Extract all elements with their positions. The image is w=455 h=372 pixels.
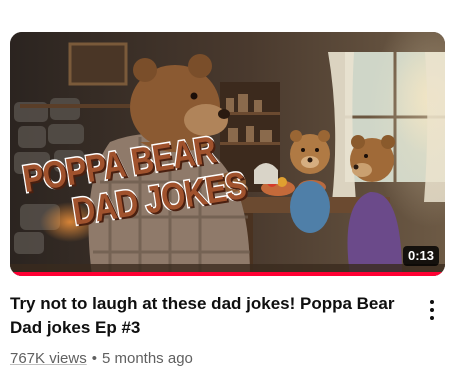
more-vert-icon[interactable] [420, 294, 444, 326]
video-thumbnail[interactable]: POPPA BEAR DAD JOKES 0:13 [10, 32, 445, 276]
video-metadata: 767K views • 5 months ago [10, 349, 193, 369]
video-title[interactable]: Try not to laugh at these dad jokes! Pop… [10, 292, 405, 340]
view-count: 767K views [10, 350, 87, 367]
publish-date: 5 months ago [101, 350, 193, 367]
menu-dot [430, 316, 434, 320]
menu-dot [430, 300, 434, 304]
watch-progress-fill [10, 272, 445, 276]
meta-separator: • [91, 350, 97, 367]
watch-progress-bar [10, 272, 445, 276]
menu-dot [430, 308, 434, 312]
video-card: POPPA BEAR DAD JOKES 0:13 Try not to lau… [0, 0, 455, 372]
duration-badge: 0:13 [402, 246, 439, 266]
